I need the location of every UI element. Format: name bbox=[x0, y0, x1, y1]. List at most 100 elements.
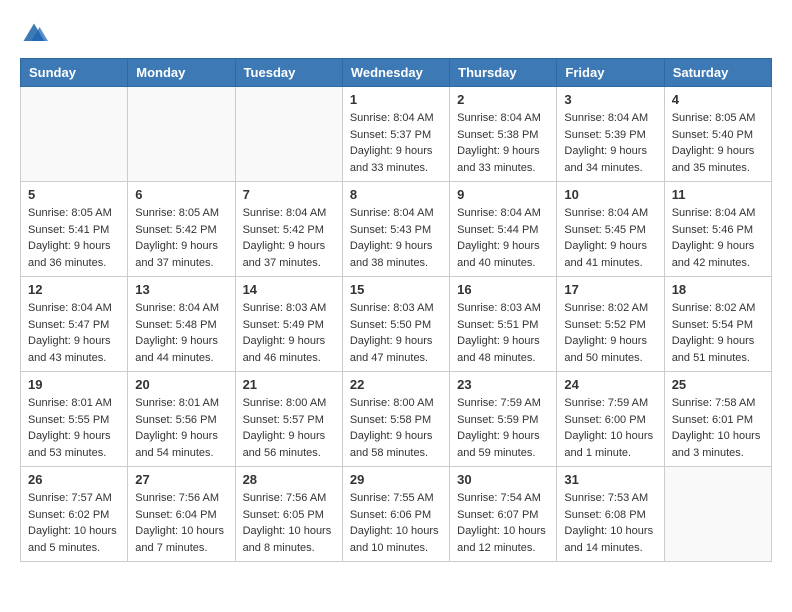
day-cell: 31 Sunrise: 7:53 AM Sunset: 6:08 PM Dayli… bbox=[557, 467, 664, 562]
day-info: Sunrise: 8:05 AM Sunset: 5:42 PM Dayligh… bbox=[135, 205, 227, 271]
calendar-header: SundayMondayTuesdayWednesdayThursdayFrid… bbox=[21, 59, 772, 87]
day-cell: 5 Sunrise: 8:05 AM Sunset: 5:41 PM Daylig… bbox=[21, 182, 128, 277]
day-info: Sunrise: 8:04 AM Sunset: 5:38 PM Dayligh… bbox=[457, 110, 549, 176]
day-info: Sunrise: 7:54 AM Sunset: 6:07 PM Dayligh… bbox=[457, 490, 549, 556]
calendar-body: 1 Sunrise: 8:04 AM Sunset: 5:37 PM Daylig… bbox=[21, 87, 772, 562]
day-cell: 7Sunrise: 8:04 AM Sunset: 5:42 PM Daylig… bbox=[235, 182, 342, 277]
day-number: 24 bbox=[564, 377, 656, 392]
week-row-5: 26 Sunrise: 7:57 AM Sunset: 6:02 PM Dayli… bbox=[21, 467, 772, 562]
day-info: Sunrise: 7:53 AM Sunset: 6:08 PM Dayligh… bbox=[564, 490, 656, 556]
day-number: 27 bbox=[135, 472, 227, 487]
day-info: Sunrise: 7:59 AM Sunset: 6:00 PM Dayligh… bbox=[564, 395, 656, 461]
day-number: 28 bbox=[243, 472, 335, 487]
day-info: Sunrise: 8:00 AM Sunset: 5:57 PM Dayligh… bbox=[243, 395, 335, 461]
day-number: 10 bbox=[564, 187, 656, 202]
day-number: 23 bbox=[457, 377, 549, 392]
day-header-tuesday: Tuesday bbox=[235, 59, 342, 87]
day-info: Sunrise: 8:04 AM Sunset: 5:45 PM Dayligh… bbox=[564, 205, 656, 271]
day-cell: 14 Sunrise: 8:03 AM Sunset: 5:49 PM Dayli… bbox=[235, 277, 342, 372]
day-number: 1 bbox=[350, 92, 442, 107]
day-info: Sunrise: 8:00 AM Sunset: 5:58 PM Dayligh… bbox=[350, 395, 442, 461]
day-cell: 9Sunrise: 8:04 AM Sunset: 5:44 PM Daylig… bbox=[450, 182, 557, 277]
day-cell: 24 Sunrise: 7:59 AM Sunset: 6:00 PM Dayli… bbox=[557, 372, 664, 467]
day-cell: 17Sunrise: 8:02 AM Sunset: 5:52 PM Dayli… bbox=[557, 277, 664, 372]
day-info: Sunrise: 8:04 AM Sunset: 5:37 PM Dayligh… bbox=[350, 110, 442, 176]
day-cell: 25 Sunrise: 7:58 AM Sunset: 6:01 PM Dayli… bbox=[664, 372, 771, 467]
day-cell bbox=[128, 87, 235, 182]
day-number: 6 bbox=[135, 187, 227, 202]
day-info: Sunrise: 8:03 AM Sunset: 5:49 PM Dayligh… bbox=[243, 300, 335, 366]
day-header-sunday: Sunday bbox=[21, 59, 128, 87]
day-number: 5 bbox=[28, 187, 120, 202]
day-number: 19 bbox=[28, 377, 120, 392]
day-info: Sunrise: 7:57 AM Sunset: 6:02 PM Dayligh… bbox=[28, 490, 120, 556]
day-cell: 18 Sunrise: 8:02 AM Sunset: 5:54 PM Dayli… bbox=[664, 277, 771, 372]
day-number: 8 bbox=[350, 187, 442, 202]
day-info: Sunrise: 8:04 AM Sunset: 5:48 PM Dayligh… bbox=[135, 300, 227, 366]
days-of-week-row: SundayMondayTuesdayWednesdayThursdayFrid… bbox=[21, 59, 772, 87]
logo bbox=[20, 20, 52, 48]
day-number: 29 bbox=[350, 472, 442, 487]
week-row-3: 12 Sunrise: 8:04 AM Sunset: 5:47 PM Dayli… bbox=[21, 277, 772, 372]
day-number: 22 bbox=[350, 377, 442, 392]
day-info: Sunrise: 7:56 AM Sunset: 6:05 PM Dayligh… bbox=[243, 490, 335, 556]
day-cell: 29 Sunrise: 7:55 AM Sunset: 6:06 PM Dayli… bbox=[342, 467, 449, 562]
day-info: Sunrise: 8:04 AM Sunset: 5:43 PM Dayligh… bbox=[350, 205, 442, 271]
day-cell: 4 Sunrise: 8:05 AM Sunset: 5:40 PM Daylig… bbox=[664, 87, 771, 182]
day-cell: 28 Sunrise: 7:56 AM Sunset: 6:05 PM Dayli… bbox=[235, 467, 342, 562]
day-cell: 19 Sunrise: 8:01 AM Sunset: 5:55 PM Dayli… bbox=[21, 372, 128, 467]
day-info: Sunrise: 7:55 AM Sunset: 6:06 PM Dayligh… bbox=[350, 490, 442, 556]
day-cell: 13 Sunrise: 8:04 AM Sunset: 5:48 PM Dayli… bbox=[128, 277, 235, 372]
day-info: Sunrise: 8:05 AM Sunset: 5:41 PM Dayligh… bbox=[28, 205, 120, 271]
day-number: 3 bbox=[564, 92, 656, 107]
day-info: Sunrise: 8:05 AM Sunset: 5:40 PM Dayligh… bbox=[672, 110, 764, 176]
day-number: 31 bbox=[564, 472, 656, 487]
day-number: 13 bbox=[135, 282, 227, 297]
day-cell: 6 Sunrise: 8:05 AM Sunset: 5:42 PM Daylig… bbox=[128, 182, 235, 277]
day-info: Sunrise: 8:01 AM Sunset: 5:56 PM Dayligh… bbox=[135, 395, 227, 461]
day-number: 11 bbox=[672, 187, 764, 202]
day-info: Sunrise: 8:03 AM Sunset: 5:51 PM Dayligh… bbox=[457, 300, 549, 366]
day-info: Sunrise: 8:04 AM Sunset: 5:44 PM Dayligh… bbox=[457, 205, 549, 271]
page: SundayMondayTuesdayWednesdayThursdayFrid… bbox=[0, 0, 792, 582]
day-cell bbox=[21, 87, 128, 182]
day-header-saturday: Saturday bbox=[664, 59, 771, 87]
day-number: 18 bbox=[672, 282, 764, 297]
day-number: 26 bbox=[28, 472, 120, 487]
day-number: 30 bbox=[457, 472, 549, 487]
day-info: Sunrise: 8:04 AM Sunset: 5:46 PM Dayligh… bbox=[672, 205, 764, 271]
day-info: Sunrise: 8:04 AM Sunset: 5:39 PM Dayligh… bbox=[564, 110, 656, 176]
day-cell: 30 Sunrise: 7:54 AM Sunset: 6:07 PM Dayli… bbox=[450, 467, 557, 562]
day-number: 2 bbox=[457, 92, 549, 107]
day-cell: 3 Sunrise: 8:04 AM Sunset: 5:39 PM Daylig… bbox=[557, 87, 664, 182]
day-info: Sunrise: 8:01 AM Sunset: 5:55 PM Dayligh… bbox=[28, 395, 120, 461]
day-cell: 15Sunrise: 8:03 AM Sunset: 5:50 PM Dayli… bbox=[342, 277, 449, 372]
day-cell: 11 Sunrise: 8:04 AM Sunset: 5:46 PM Dayli… bbox=[664, 182, 771, 277]
day-info: Sunrise: 7:59 AM Sunset: 5:59 PM Dayligh… bbox=[457, 395, 549, 461]
day-number: 25 bbox=[672, 377, 764, 392]
week-row-2: 5 Sunrise: 8:05 AM Sunset: 5:41 PM Daylig… bbox=[21, 182, 772, 277]
day-number: 14 bbox=[243, 282, 335, 297]
day-info: Sunrise: 8:04 AM Sunset: 5:47 PM Dayligh… bbox=[28, 300, 120, 366]
day-number: 12 bbox=[28, 282, 120, 297]
day-cell: 21Sunrise: 8:00 AM Sunset: 5:57 PM Dayli… bbox=[235, 372, 342, 467]
logo-icon bbox=[20, 20, 48, 48]
week-row-1: 1 Sunrise: 8:04 AM Sunset: 5:37 PM Daylig… bbox=[21, 87, 772, 182]
day-number: 16 bbox=[457, 282, 549, 297]
day-info: Sunrise: 8:04 AM Sunset: 5:42 PM Dayligh… bbox=[243, 205, 335, 271]
day-header-thursday: Thursday bbox=[450, 59, 557, 87]
day-number: 15 bbox=[350, 282, 442, 297]
header bbox=[20, 20, 772, 48]
calendar-table: SundayMondayTuesdayWednesdayThursdayFrid… bbox=[20, 58, 772, 562]
day-cell: 16 Sunrise: 8:03 AM Sunset: 5:51 PM Dayli… bbox=[450, 277, 557, 372]
day-cell: 8 Sunrise: 8:04 AM Sunset: 5:43 PM Daylig… bbox=[342, 182, 449, 277]
day-info: Sunrise: 8:02 AM Sunset: 5:54 PM Dayligh… bbox=[672, 300, 764, 366]
day-header-wednesday: Wednesday bbox=[342, 59, 449, 87]
day-header-monday: Monday bbox=[128, 59, 235, 87]
day-number: 4 bbox=[672, 92, 764, 107]
day-number: 20 bbox=[135, 377, 227, 392]
day-cell: 26 Sunrise: 7:57 AM Sunset: 6:02 PM Dayli… bbox=[21, 467, 128, 562]
day-info: Sunrise: 7:58 AM Sunset: 6:01 PM Dayligh… bbox=[672, 395, 764, 461]
day-cell: 2 Sunrise: 8:04 AM Sunset: 5:38 PM Daylig… bbox=[450, 87, 557, 182]
day-number: 17 bbox=[564, 282, 656, 297]
